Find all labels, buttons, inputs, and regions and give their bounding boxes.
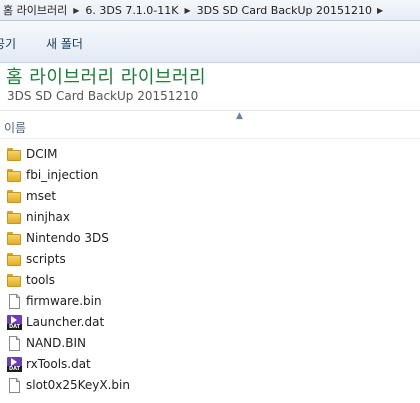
play-glyph-icon [11,358,17,366]
file-name: slot0x25KeyX.bin [26,378,130,392]
folder-icon [7,168,22,183]
file-icon [7,378,22,393]
list-item[interactable]: NAND.BIN [0,333,420,354]
list-item[interactable]: firmware.bin [0,291,420,312]
address-bar[interactable]: 홈 라이브러리 ▶ 6. 3DS 7.1.0-11K ▶ 3DS SD Card… [0,0,420,21]
play-glyph-icon [11,316,17,324]
library-subtitle: 3DS SD Card BackUp 20151210 [7,89,199,103]
header-divider [0,110,420,111]
list-item[interactable]: fbi_injection [0,165,420,186]
file-name: Nintendo 3DS [26,231,109,245]
dat-badge: DAT [7,324,22,330]
folder-icon [7,210,22,225]
list-item[interactable]: DAT Launcher.dat [0,312,420,333]
list-item[interactable]: slot0x25KeyX.bin [0,375,420,396]
sort-ascending-icon: ▲ [236,111,243,121]
list-item[interactable]: Nintendo 3DS [0,228,420,249]
file-name: ninjhax [26,210,70,224]
list-item[interactable]: scripts [0,249,420,270]
list-item[interactable]: DAT rxTools.dat [0,354,420,375]
list-item[interactable]: tools [0,270,420,291]
file-name: scripts [26,252,66,266]
file-name: tools [26,273,55,287]
list-item[interactable]: DCIM [0,144,420,165]
folder-icon [7,252,22,267]
file-icon [7,336,22,351]
folder-icon [7,231,22,246]
breadcrumb-separator-icon[interactable]: ▶ [181,6,193,15]
share-button[interactable]: 공기 [0,35,16,52]
file-name: firmware.bin [26,294,102,308]
file-icon [7,294,22,309]
folder-icon [7,189,22,204]
file-name: rxTools.dat [26,357,91,371]
breadcrumb-home-library[interactable]: 홈 라이브러리 [0,2,70,18]
breadcrumb-3ds-version[interactable]: 6. 3DS 7.1.0-11K [82,4,181,17]
column-header-divider [0,138,420,139]
command-bar: 공기 새 폴더 [0,21,420,63]
file-name: fbi_injection [26,168,99,182]
column-header-name[interactable]: 이름 [4,119,26,136]
list-item[interactable]: ninjhax [0,207,420,228]
file-list: DCIM fbi_injection mset ninjhax Nintendo… [0,144,420,396]
file-name: DCIM [26,147,58,161]
breadcrumb-current-folder[interactable]: 3DS SD Card BackUp 20151210 [194,4,375,17]
library-title: 홈 라이브러리 라이브러리 [6,67,207,88]
new-folder-button[interactable]: 새 폴더 [46,35,83,52]
file-name: mset [26,189,57,203]
breadcrumb-separator-icon[interactable]: ▶ [70,6,82,15]
breadcrumb-separator-icon[interactable]: ▶ [375,6,385,15]
file-name: NAND.BIN [26,336,86,350]
folder-icon [7,273,22,288]
dat-badge: DAT [7,366,22,372]
file-name: Launcher.dat [26,315,105,329]
list-item[interactable]: mset [0,186,420,207]
dat-file-icon: DAT [7,357,22,372]
dat-file-icon: DAT [7,315,22,330]
folder-icon [7,147,22,162]
